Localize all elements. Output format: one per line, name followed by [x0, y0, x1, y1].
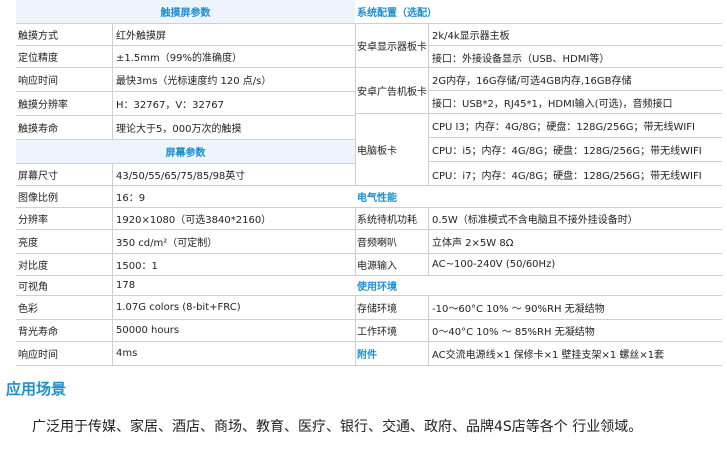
spec-label: 色彩	[18, 304, 38, 315]
section-header-screen: 屏幕参数	[16, 140, 355, 164]
table-row-accessories: 附件 AC交流电源线×1 保修卡×1 壁挂支架×1 螺丝×1套	[355, 342, 722, 366]
spec-label: 分辨率	[18, 215, 48, 226]
spec-label: 背光寿命	[18, 327, 58, 338]
table-row: 触摸方式 红外触摸屏	[16, 24, 355, 46]
table-row: 屏幕尺寸 43/50/55/65/75/85/98英寸	[16, 164, 355, 186]
spec-label: 音频喇叭	[357, 238, 397, 249]
table-row: 分辨率 1920×1080（可选3840*2160）	[16, 208, 355, 230]
spec-value: 1500：1	[112, 254, 353, 275]
spec-value: 0.5W（标准模式不含电脑且不接外挂设备时）	[428, 208, 722, 229]
spec-label: 电源输入	[357, 261, 397, 272]
spec-label: 触摸分辨率	[18, 100, 68, 111]
spec-table: 触摸屏参数 触摸方式 红外触摸屏 定位精度 ±1.5mm（99%的准确度） 响应…	[16, 0, 722, 366]
spec-label: 定位精度	[18, 53, 58, 64]
table-row: 对比度 1500：1	[16, 254, 355, 276]
spec-value: ±1.5mm（99%的准确度）	[112, 46, 353, 67]
spec-label: 电脑板卡	[357, 146, 397, 157]
section-header-electrical: 电气性能	[355, 186, 722, 208]
spec-value: 2G内存，16G存储/可选4GB内存,16GB存储	[428, 68, 722, 91]
section-header-touch: 触摸屏参数	[16, 0, 355, 24]
table-row: 音频喇叭 立体声 2×5W 8Ω	[355, 230, 722, 254]
table-row-android-mainboard: 安卓显示器板卡 2k/4k显示器主板 接口：外接设备显示（USB、HDMI等）	[355, 24, 722, 68]
table-row: 亮度 350 cd/m²（可定制）	[16, 230, 355, 254]
table-row: 触摸寿命 理论大于5，000万次的触摸	[16, 116, 355, 140]
spec-value: 2k/4k显示器主板	[428, 24, 722, 46]
spec-label: 触摸寿命	[18, 124, 58, 135]
spec-value: 178	[112, 276, 353, 295]
spec-label: 系统待机功耗	[357, 215, 417, 226]
spec-value: H：32767，V：32767	[112, 92, 353, 115]
table-row-android-ad-board: 安卓广告机板卡 2G内存，16G存储/可选4GB内存,16GB存储 接口：USB…	[355, 68, 722, 114]
spec-value: AC交流电源线×1 保修卡×1 壁挂支架×1 螺丝×1套	[428, 342, 722, 365]
table-row: 工作环境 0～40°C 10% ～ 85%RH 无凝结物	[355, 320, 722, 342]
table-row: 响应时间 4ms	[16, 342, 355, 366]
table-row: 定位精度 ±1.5mm（99%的准确度）	[16, 46, 355, 68]
table-row: 响应时间 最快3ms（光标速度约 120 点/s）	[16, 68, 355, 92]
section-title: 使用环境	[357, 282, 397, 293]
table-row: 可视角 178	[16, 276, 355, 296]
spec-value: CPU：i5；内存：4G/8G；硬盘：128G/256G；带无线WIFI	[428, 138, 722, 162]
spec-value: 43/50/55/65/75/85/98英寸	[112, 164, 353, 185]
table-row: 电源输入 AC~100-240V (50/60Hz)	[355, 254, 722, 276]
spec-value: CPU I3；内存：4G/8G；硬盘：128G/256G；带无线WIFI	[428, 114, 722, 138]
spec-value: 接口：USB*2，RJ45*1，HDMI输入(可选)，音频接口	[428, 91, 722, 114]
spec-value: 50000 hours	[112, 320, 353, 341]
table-row: 系统待机功耗 0.5W（标准模式不含电脑且不接外挂设备时）	[355, 208, 722, 230]
table-row: 图像比例 16：9	[16, 186, 355, 208]
spec-value: 4ms	[112, 342, 353, 365]
spec-label: 响应时间	[18, 350, 58, 361]
spec-label: 屏幕尺寸	[18, 171, 58, 182]
spec-label: 安卓显示器板卡	[357, 42, 427, 53]
spec-value: 0～40°C 10% ～ 85%RH 无凝结物	[428, 320, 722, 341]
spec-label: 亮度	[18, 238, 38, 249]
section-title: 触摸屏参数	[160, 8, 211, 19]
spec-label: 对比度	[18, 261, 48, 272]
spec-label: 响应时间	[18, 76, 58, 87]
spec-label: 可视角	[18, 282, 48, 293]
section-header-system: 系统配置（选配）	[355, 0, 722, 24]
spec-value: 接口：外接设备显示（USB、HDMI等）	[428, 46, 722, 68]
table-row: 存储环境 -10～60°C 10% ～ 90%RH 无凝结物	[355, 296, 722, 320]
spec-value: 350 cd/m²（可定制）	[112, 230, 353, 253]
spec-value: 红外触摸屏	[112, 24, 353, 45]
spec-label: 图像比例	[18, 193, 58, 204]
spec-label: 存储环境	[357, 304, 397, 315]
spec-value: AC~100-240V (50/60Hz)	[428, 254, 722, 275]
section-title: 电气性能	[357, 193, 397, 204]
table-row-pc-board: 电脑板卡 CPU I3；内存：4G/8G；硬盘：128G/256G；带无线WIF…	[355, 114, 722, 186]
section-header-environment: 使用环境	[355, 276, 722, 296]
spec-value: 16：9	[112, 186, 353, 207]
spec-label: 工作环境	[357, 327, 397, 338]
spec-value: 立体声 2×5W 8Ω	[428, 230, 722, 253]
table-row: 色彩 1.07G colors (8-bit+FRC)	[16, 296, 355, 320]
spec-label: 安卓广告机板卡	[357, 87, 427, 98]
section-title: 系统配置（选配）	[357, 8, 437, 19]
spec-label: 触摸方式	[18, 31, 58, 42]
spec-value: 理论大于5，000万次的触摸	[112, 116, 353, 139]
spec-value: CPU：i7；内存：4G/8G；硬盘：128G/256G；带无线WIFI	[428, 162, 722, 186]
spec-value: 1920×1080（可选3840*2160）	[112, 208, 353, 229]
spec-value: 1.07G colors (8-bit+FRC)	[112, 296, 353, 319]
spec-value: -10～60°C 10% ～ 90%RH 无凝结物	[428, 296, 722, 319]
spec-value: 最快3ms（光标速度约 120 点/s）	[112, 68, 353, 91]
table-row: 触摸分辨率 H：32767，V：32767	[16, 92, 355, 116]
product-spec-page: 触摸屏参数 触摸方式 红外触摸屏 定位精度 ±1.5mm（99%的准确度） 响应…	[0, 0, 727, 449]
application-text: 广泛用于传媒、家居、酒店、商场、教育、医疗、银行、交通、政府、品牌4S店等各个 …	[32, 419, 643, 435]
section-title: 屏幕参数	[165, 148, 206, 159]
application-title: 应用场景	[6, 380, 67, 398]
table-row: 背光寿命 50000 hours	[16, 320, 355, 342]
section-title: 附件	[357, 350, 377, 361]
